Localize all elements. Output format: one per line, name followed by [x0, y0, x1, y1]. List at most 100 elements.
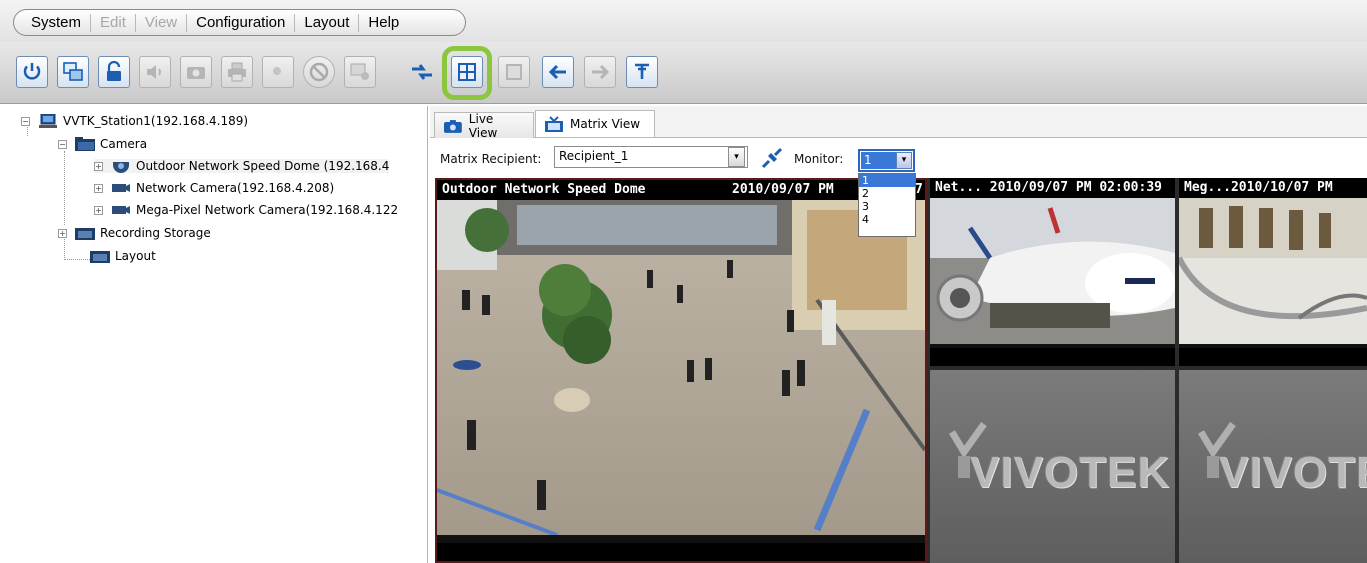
unlock-icon: [107, 60, 121, 81]
matrix-sync-button[interactable]: [406, 56, 438, 88]
tab-matrix-view[interactable]: Matrix View: [535, 110, 655, 137]
tree-camera-label: Outdoor Network Speed Dome (192.168.4: [136, 159, 390, 173]
menu-layout[interactable]: Layout: [295, 13, 360, 32]
video-cell-title: Net... 2010/09/07 PM 02:00:39: [930, 178, 1175, 198]
view-tabs: Live View Matrix View: [430, 106, 1367, 140]
folder-icon: [75, 137, 95, 151]
network-camera-icon: [112, 184, 130, 192]
recipient-label: Matrix Recipient:: [440, 152, 542, 166]
menu-edit[interactable]: Edit: [91, 13, 136, 32]
tree-recording-label: Recording Storage: [100, 226, 211, 240]
print-button[interactable]: [221, 56, 253, 88]
recipient-dropdown-button[interactable]: ▾: [728, 147, 745, 167]
menu-help[interactable]: Help: [359, 14, 408, 32]
storage-folder-icon: [75, 228, 95, 240]
tree-camera-item[interactable]: + Mega-Pixel Network Camera(192.168.4.12…: [94, 203, 398, 217]
tree-root-label: VVTK_Station1(192.168.4.189): [63, 114, 249, 128]
printer-icon: [228, 62, 246, 82]
audio-button[interactable]: [139, 56, 171, 88]
lock-button[interactable]: [98, 56, 130, 88]
power-icon: [23, 63, 41, 80]
fullscreen-button[interactable]: [498, 56, 530, 88]
monitor-value: 1: [861, 152, 896, 169]
video-cell-empty[interactable]: VIVOTEK: [1179, 370, 1367, 563]
network-camera-icon: [112, 206, 130, 214]
zoom-button[interactable]: [262, 56, 294, 88]
tree-camera-label: Camera: [100, 137, 148, 151]
fullscreen-icon: [506, 64, 522, 80]
tree-root-station[interactable]: − VVTK_Station1(192.168.4.189): [21, 114, 248, 128]
monitor-option[interactable]: 4: [859, 213, 915, 226]
monitor-label: Monitor:: [794, 152, 844, 166]
switch-view-button[interactable]: [57, 56, 89, 88]
tab-matrix-view-label: Matrix View: [570, 117, 641, 131]
device-tree: − VVTK_Station1(192.168.4.189) − Camera …: [8, 106, 428, 563]
forward-button[interactable]: [584, 56, 616, 88]
tree-recording-storage[interactable]: + Recording Storage: [58, 226, 211, 240]
tree-camera-label: Network Camera(192.168.4.208): [136, 181, 335, 195]
monitor-option[interactable]: 2: [859, 187, 915, 200]
recipient-value: Recipient_1: [559, 149, 629, 163]
expand-icon[interactable]: +: [94, 161, 103, 171]
monitor-select[interactable]: 1 ▾: [858, 149, 915, 172]
camera-feed-airport: [930, 198, 1175, 344]
tv-icon: [545, 116, 563, 132]
video-cell-footer: [930, 348, 1175, 366]
camera-feed-lobby: [437, 200, 925, 535]
video-cell-3[interactable]: Meg...2010/10/07 PM: [1179, 178, 1367, 366]
pin-button[interactable]: [626, 56, 658, 88]
power-button[interactable]: [16, 56, 48, 88]
arrow-left-icon: [548, 64, 566, 80]
toolbar: [0, 42, 1367, 104]
expand-icon[interactable]: +: [94, 183, 103, 193]
menu-view[interactable]: View: [136, 13, 188, 32]
timestamp: 2010/09/07 PM: [732, 182, 834, 197]
tree-camera-item[interactable]: + Network Camera(192.168.4.208): [94, 181, 334, 195]
monitor-option[interactable]: 1: [859, 174, 915, 187]
tab-live-view[interactable]: Live View: [434, 112, 534, 140]
camera-name: Outdoor Network Speed Dome: [442, 182, 646, 197]
display-settings-button[interactable]: [344, 56, 376, 88]
video-cell-main[interactable]: Outdoor Network Speed Dome 2010/09/07 PM…: [435, 178, 927, 563]
menu-system[interactable]: System: [22, 13, 92, 32]
monitor-dropdown-button[interactable]: ▾: [896, 152, 912, 169]
camera-icon: [443, 119, 462, 133]
layout-grid-button[interactable]: [451, 56, 483, 88]
tree-camera-item[interactable]: + Outdoor Network Speed Dome (192.168.4: [94, 159, 390, 173]
tree-camera-group[interactable]: − Camera: [58, 137, 147, 151]
layout-folder-icon: [90, 251, 110, 263]
menu-container: System Edit View Configuration Layout He…: [13, 9, 466, 36]
video-cell-2[interactable]: Net... 2010/09/07 PM 02:00:39: [930, 178, 1175, 366]
snapshot-button[interactable]: [180, 56, 212, 88]
video-cell-title: Outdoor Network Speed Dome 2010/09/07 PM…: [437, 180, 925, 200]
view-panel: Live View Matrix View Matrix Recipient: …: [430, 106, 1367, 563]
camera-feed-library: [1179, 198, 1367, 344]
pin-icon: [635, 63, 649, 79]
monitor-option[interactable]: 3: [859, 200, 915, 213]
expand-icon[interactable]: +: [58, 228, 67, 238]
arrows-exchange-icon: [412, 64, 432, 80]
vivotek-watermark: VIVOTEK: [970, 448, 1171, 497]
monitor-options-list: 1 2 3 4: [858, 173, 916, 237]
arrow-right-icon: [592, 64, 610, 80]
timestamp-overflow: 7: [915, 182, 923, 197]
grid-icon: [458, 63, 476, 81]
vivotek-watermark: VIVOTEK: [1219, 448, 1367, 497]
back-button[interactable]: [542, 56, 574, 88]
video-cell-empty[interactable]: VIVOTEK: [930, 370, 1175, 563]
connection-icon: [761, 147, 783, 169]
speaker-icon: [147, 65, 161, 79]
tree-camera-label: Mega-Pixel Network Camera(192.168.4.122: [136, 203, 399, 217]
video-cell-footer: [1179, 348, 1367, 366]
collapse-icon[interactable]: −: [21, 116, 30, 126]
tree-layout[interactable]: Layout: [90, 249, 156, 263]
speed-dome-icon: [113, 162, 129, 173]
monitor-settings-icon: [350, 63, 369, 80]
menu-bar: System Edit View Configuration Layout He…: [0, 0, 1367, 42]
video-cell-footer: [437, 543, 925, 561]
stop-all-button[interactable]: [303, 56, 335, 88]
collapse-icon[interactable]: −: [58, 139, 67, 149]
expand-icon[interactable]: +: [94, 205, 103, 215]
menu-configuration[interactable]: Configuration: [187, 13, 296, 32]
recipient-select[interactable]: Recipient_1: [554, 146, 748, 168]
